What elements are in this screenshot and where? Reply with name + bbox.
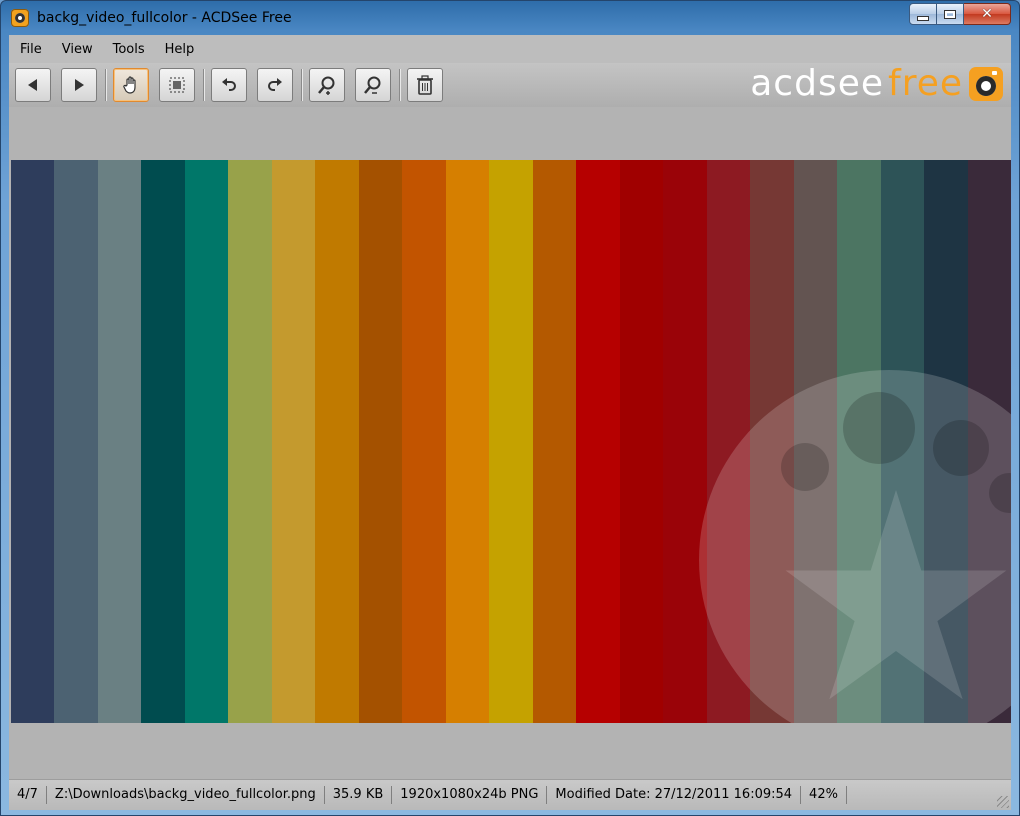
acdsee-camera-icon bbox=[969, 67, 1003, 101]
image-color-stripe bbox=[446, 160, 489, 723]
reel-hole bbox=[843, 392, 915, 464]
previous-image-button[interactable] bbox=[15, 68, 51, 102]
hand-pan-icon bbox=[121, 75, 141, 95]
rotate-right-icon bbox=[266, 76, 284, 94]
minimize-button[interactable] bbox=[909, 3, 937, 25]
toolbar-separator bbox=[301, 69, 303, 101]
delete-trash-icon bbox=[416, 75, 434, 95]
logo-free-text: free bbox=[888, 66, 963, 102]
zoom-out-icon bbox=[363, 75, 383, 95]
resize-grip[interactable] bbox=[997, 796, 1009, 808]
delete-button[interactable] bbox=[407, 68, 443, 102]
image-color-stripe bbox=[663, 160, 706, 723]
pan-tool-button[interactable] bbox=[113, 68, 149, 102]
minimize-icon bbox=[918, 17, 928, 20]
menu-tools[interactable]: Tools bbox=[104, 42, 154, 57]
select-region-icon bbox=[168, 76, 186, 94]
reel-hole bbox=[933, 420, 989, 476]
image-color-stripe bbox=[315, 160, 358, 723]
previous-arrow-icon bbox=[26, 78, 40, 92]
close-icon: ✕ bbox=[981, 6, 993, 22]
toolbar-separator bbox=[203, 69, 205, 101]
rotate-right-button[interactable] bbox=[257, 68, 293, 102]
menu-bar: File View Tools Help bbox=[9, 35, 1011, 63]
zoom-in-icon bbox=[317, 75, 337, 95]
image-viewer[interactable] bbox=[9, 107, 1011, 779]
rotate-left-icon bbox=[220, 76, 238, 94]
status-file-size: 35.9 KB bbox=[325, 786, 393, 804]
next-image-button[interactable] bbox=[61, 68, 97, 102]
image-color-stripe bbox=[54, 160, 97, 723]
displayed-image[interactable] bbox=[11, 160, 1011, 723]
logo-acdsee-text: acdsee bbox=[750, 66, 884, 102]
status-bar: 4/7 Z:\Downloads\backg_video_fullcolor.p… bbox=[9, 779, 1011, 810]
image-color-stripe bbox=[489, 160, 532, 723]
status-file-path: Z:\Downloads\backg_video_fullcolor.png bbox=[47, 786, 325, 804]
image-color-stripe bbox=[11, 160, 54, 723]
toolbar: acdsee free bbox=[9, 63, 1011, 107]
rotate-left-button[interactable] bbox=[211, 68, 247, 102]
acdsee-free-logo: acdsee free bbox=[750, 66, 1003, 102]
next-arrow-icon bbox=[72, 78, 86, 92]
close-button[interactable]: ✕ bbox=[964, 3, 1011, 25]
image-color-stripe bbox=[402, 160, 445, 723]
status-image-format: 1920x1080x24b PNG bbox=[392, 786, 547, 804]
image-color-stripe bbox=[272, 160, 315, 723]
select-tool-button[interactable] bbox=[159, 68, 195, 102]
image-color-stripe bbox=[620, 160, 663, 723]
image-color-stripe bbox=[576, 160, 619, 723]
window-title: backg_video_fullcolor - ACDSee Free bbox=[37, 10, 292, 26]
toolbar-separator bbox=[105, 69, 107, 101]
status-modified-date: Modified Date: 27/12/2011 16:09:54 bbox=[547, 786, 801, 804]
app-window: backg_video_fullcolor - ACDSee Free ✕ Fi… bbox=[0, 0, 1020, 816]
maximize-icon bbox=[945, 11, 955, 18]
zoom-out-button[interactable] bbox=[355, 68, 391, 102]
title-bar[interactable]: backg_video_fullcolor - ACDSee Free ✕ bbox=[1, 1, 1019, 35]
toolbar-separator bbox=[399, 69, 401, 101]
status-zoom-level[interactable]: 42% bbox=[801, 786, 847, 804]
client-area: File View Tools Help bbox=[9, 35, 1011, 809]
status-image-position: 4/7 bbox=[9, 786, 47, 804]
image-color-stripe bbox=[228, 160, 271, 723]
image-color-stripe bbox=[359, 160, 402, 723]
menu-file[interactable]: File bbox=[11, 42, 51, 57]
maximize-button[interactable] bbox=[937, 3, 964, 25]
image-color-stripe bbox=[533, 160, 576, 723]
acdsee-app-icon[interactable] bbox=[11, 9, 29, 27]
image-color-stripe bbox=[141, 160, 184, 723]
zoom-in-button[interactable] bbox=[309, 68, 345, 102]
menu-help[interactable]: Help bbox=[156, 42, 204, 57]
image-color-stripe bbox=[185, 160, 228, 723]
reel-hole bbox=[781, 443, 829, 491]
window-controls: ✕ bbox=[909, 3, 1011, 25]
menu-view[interactable]: View bbox=[53, 42, 102, 57]
image-color-stripe bbox=[98, 160, 141, 723]
